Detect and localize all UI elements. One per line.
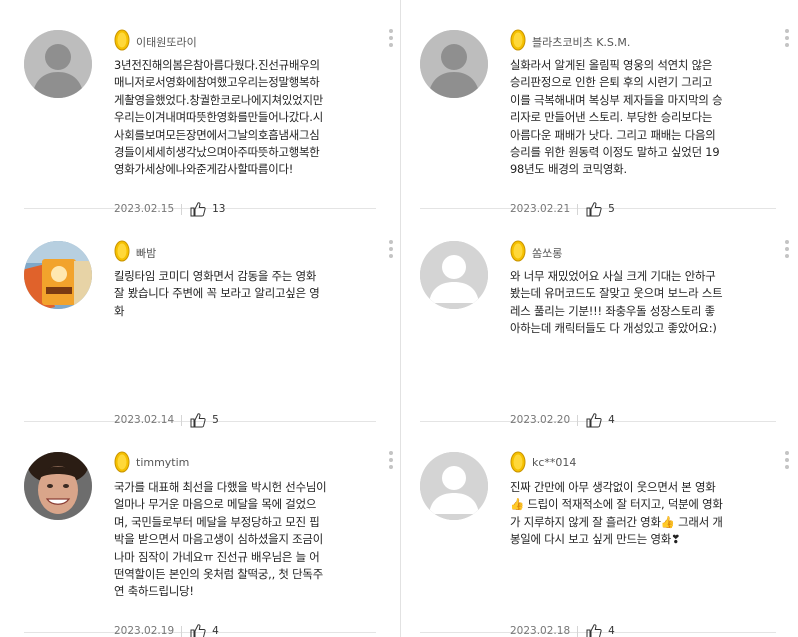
review-date: 2023.02.21: [510, 203, 571, 215]
review-text: 국가를 대표해 최선을 다했을 박시헌 선수님이 얼마나 무거운 마음으로 메달…: [114, 480, 327, 599]
thumbs-up-icon[interactable]: [190, 201, 206, 217]
like-count: 5: [212, 414, 219, 426]
meta-divider: [181, 625, 183, 637]
column-divider: [400, 0, 401, 637]
review-card: kc**014 진짜 간만에 아무 생각없이 웃으면서 본 영화 👍 드립이 적…: [420, 447, 794, 637]
gold-badge-icon: [510, 240, 526, 262]
review-date: 2023.02.20: [510, 414, 571, 426]
review-text: 진짜 간만에 아무 생각없이 웃으면서 본 영화 👍 드립이 적재적소에 잘 터…: [510, 480, 723, 547]
default-user-icon: [420, 241, 488, 309]
gold-badge-icon: [510, 451, 526, 473]
default-user-icon: [420, 452, 488, 520]
snack-photo-icon: [24, 241, 92, 309]
more-options-icon[interactable]: [388, 29, 394, 51]
review-meta: 2023.02.20 4: [510, 412, 615, 428]
review-meta: 2023.02.19 4: [114, 623, 219, 637]
gold-badge-icon: [114, 451, 130, 473]
more-options-icon[interactable]: [784, 240, 790, 262]
review-meta: 2023.02.14 5: [114, 412, 219, 428]
meta-divider: [181, 414, 183, 426]
gold-badge-icon: [114, 240, 130, 262]
meta-divider: [181, 203, 183, 215]
review-meta: 2023.02.15 13: [114, 201, 226, 217]
more-options-icon[interactable]: [784, 451, 790, 473]
meta-divider: [577, 625, 579, 637]
avatar[interactable]: [420, 30, 488, 98]
default-user-icon: [420, 30, 488, 98]
thumbs-up-icon[interactable]: [586, 201, 602, 217]
face-photo-icon: [24, 452, 92, 520]
review-text: 킬링타임 코미디 영화면서 감동을 주는 영화 잘 봤습니다 주변에 꼭 보라고…: [114, 269, 320, 318]
review-grid: 이태원또라이 3년전진해의봄은참아름다웠다.진선규배우의 매니저로서영화에참여했…: [0, 0, 798, 637]
like-count: 13: [212, 203, 226, 215]
avatar[interactable]: [24, 30, 92, 98]
like-count: 4: [608, 414, 615, 426]
like-count: 4: [212, 625, 219, 637]
review-date: 2023.02.18: [510, 625, 571, 637]
default-user-icon: [24, 30, 92, 98]
meta-divider: [577, 203, 579, 215]
gold-badge-icon: [114, 29, 130, 51]
thumbs-up-icon[interactable]: [586, 623, 602, 637]
review-text: 3년전진해의봄은참아름다웠다.진선규배우의 매니저로서영화에참여했고우리는정말행…: [114, 58, 324, 177]
more-options-icon[interactable]: [784, 29, 790, 51]
reviewer-nickname[interactable]: 블라츠코비츠 K.S.M.: [532, 34, 630, 50]
review-meta: 2023.02.18 4: [510, 623, 615, 637]
more-options-icon[interactable]: [388, 240, 394, 262]
review-card: timmytim 국가를 대표해 최선을 다했을 박시헌 선수님이 얼마나 무거…: [24, 447, 398, 637]
review-date: 2023.02.19: [114, 625, 175, 637]
review-text: 실화라서 알게된 올림픽 영웅의 석연치 않은 승리판정으로 인한 은퇴 후의 …: [510, 58, 723, 177]
reviewer-nickname[interactable]: 빠밤: [136, 245, 156, 261]
meta-divider: [577, 414, 579, 426]
review-meta: 2023.02.21 5: [510, 201, 615, 217]
thumbs-up-icon[interactable]: [190, 623, 206, 637]
avatar[interactable]: [420, 241, 488, 309]
reviewer-nickname[interactable]: kc**014: [532, 456, 576, 469]
avatar[interactable]: [420, 452, 488, 520]
reviewer-nickname[interactable]: 쏨쏘롱: [532, 245, 562, 261]
more-options-icon[interactable]: [388, 451, 394, 473]
avatar[interactable]: [24, 241, 92, 309]
review-card: 빠밤 킬링타임 코미디 영화면서 감동을 주는 영화 잘 봤습니다 주변에 꼭 …: [24, 236, 398, 444]
like-count: 5: [608, 203, 615, 215]
avatar[interactable]: [24, 452, 92, 520]
review-text: 와 너무 재밌었어요 사실 크게 기대는 안하구 봤는데 유머코드도 잘맞고 웃…: [510, 269, 723, 336]
thumbs-up-icon[interactable]: [586, 412, 602, 428]
review-card: 쏨쏘롱 와 너무 재밌었어요 사실 크게 기대는 안하구 봤는데 유머코드도 잘…: [420, 236, 794, 444]
review-card: 블라츠코비츠 K.S.M. 실화라서 알게된 올림픽 영웅의 석연치 않은 승리…: [420, 25, 794, 233]
review-date: 2023.02.14: [114, 414, 175, 426]
review-card: 이태원또라이 3년전진해의봄은참아름다웠다.진선규배우의 매니저로서영화에참여했…: [24, 25, 398, 233]
gold-badge-icon: [510, 29, 526, 51]
thumbs-up-icon[interactable]: [190, 412, 206, 428]
reviewer-nickname[interactable]: timmytim: [136, 456, 189, 469]
review-date: 2023.02.15: [114, 203, 175, 215]
like-count: 4: [608, 625, 615, 637]
reviewer-nickname[interactable]: 이태원또라이: [136, 34, 197, 50]
